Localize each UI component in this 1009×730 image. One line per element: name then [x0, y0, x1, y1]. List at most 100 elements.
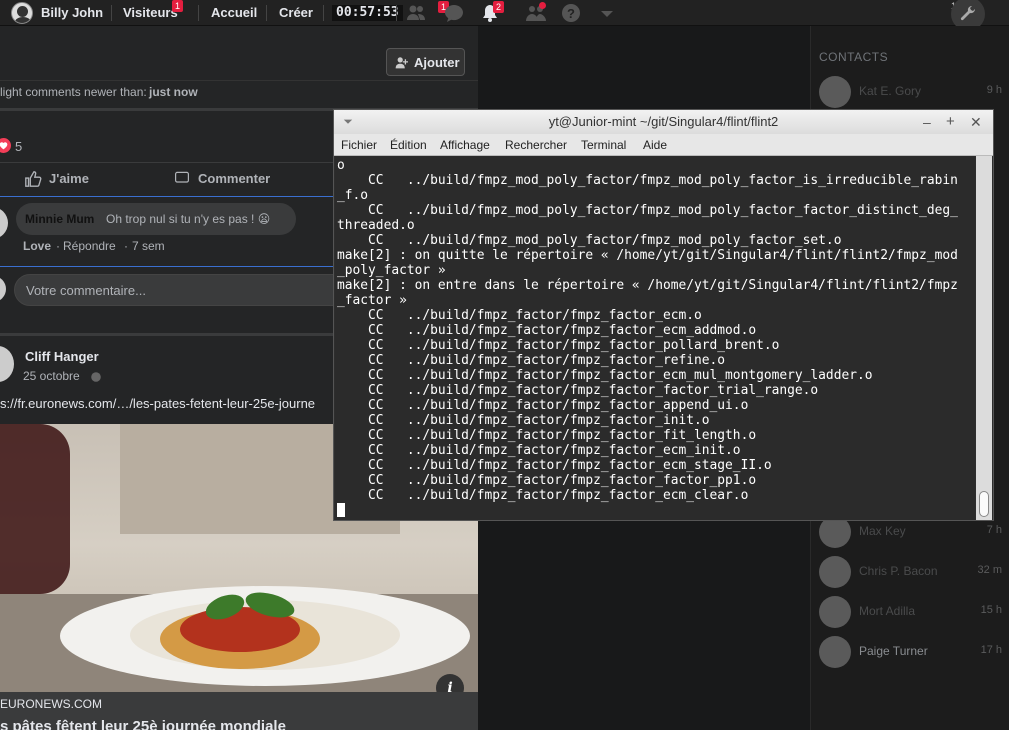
- contact-item[interactable]: Mort Adilla 15 h: [811, 594, 1009, 630]
- minimize-icon[interactable]: –: [923, 110, 931, 134]
- add-button[interactable]: Ajouter: [386, 48, 465, 76]
- terminal-line: make[2] : on entre dans le répertoire « …: [337, 278, 958, 293]
- avatar: [819, 76, 851, 108]
- terminal-line: CC ../build/fmpz_factor/fmpz_factor_ecm_…: [368, 368, 873, 383]
- like-label: J'aime: [49, 171, 89, 186]
- visiteurs-link[interactable]: Visiteurs: [123, 0, 178, 26]
- scrollbar-thumb[interactable]: [979, 491, 989, 517]
- terminal-menu-bar: Fichier Édition Affichage Rechercher Ter…: [334, 134, 993, 156]
- menu-terminal[interactable]: Terminal: [581, 138, 626, 152]
- terminal-line: CC ../build/fmpz_factor/fmpz_factor_fit_…: [368, 428, 757, 443]
- link-preview-footer[interactable]: EURONEWS.COM s pâtes fêtent leur 25è jou…: [0, 692, 478, 730]
- maximize-icon[interactable]: +: [946, 110, 955, 134]
- visiteurs-badge: 1: [172, 0, 183, 12]
- terminal-line: CC ../build/fmpz_factor/fmpz_factor_ecm_…: [368, 458, 772, 473]
- menu-rechercher[interactable]: Rechercher: [505, 138, 567, 152]
- close-icon[interactable]: ✕: [970, 110, 982, 134]
- avatar: [0, 276, 6, 302]
- divider: [198, 5, 199, 21]
- menu-edition[interactable]: Édition: [390, 138, 427, 152]
- help-icon[interactable]: ?: [561, 3, 581, 23]
- terminal-line: CC ../build/fmpz_factor/fmpz_factor_ecm.…: [368, 308, 702, 323]
- add-user-icon: [395, 57, 408, 69]
- profile-name[interactable]: Billy John: [41, 0, 103, 26]
- avatar: [819, 636, 851, 668]
- terminal-line: CC ../build/fmpz_mod_poly_factor/fmpz_mo…: [368, 203, 958, 218]
- comment-dot: ·: [56, 239, 60, 253]
- post-author[interactable]: Cliff Hanger: [25, 349, 99, 364]
- menu-aide[interactable]: Aide: [643, 138, 667, 152]
- contact-item[interactable]: Kat E. Gory 9 h: [811, 74, 1009, 110]
- divider: [266, 5, 267, 21]
- love-reaction-icon: [0, 138, 11, 153]
- comment-reaction-link[interactable]: Love: [23, 239, 51, 253]
- chevron-down-icon[interactable]: [597, 3, 617, 23]
- comment-label: Commenter: [198, 171, 271, 186]
- avatar[interactable]: [0, 207, 8, 239]
- contact-name: Chris P. Bacon: [859, 564, 938, 578]
- terminal-line: _poly_factor »: [337, 263, 446, 278]
- reactions-count[interactable]: 5: [15, 139, 22, 154]
- terminal-cursor: [337, 503, 345, 517]
- menu-affichage[interactable]: Affichage: [440, 138, 490, 152]
- contact-name: Kat E. Gory: [859, 84, 922, 98]
- globe-icon: [91, 372, 101, 382]
- contact-item[interactable]: Chris P. Bacon 32 m: [811, 554, 1009, 590]
- contact-name: Mort Adilla: [859, 604, 916, 618]
- divider: [396, 5, 397, 21]
- post-date[interactable]: 25 octobre: [23, 369, 80, 383]
- comment-author[interactable]: Minnie Mum: [25, 212, 94, 226]
- terminal-scrollbar[interactable]: [976, 156, 992, 520]
- terminal-text: o CC ../build/fmpz_mod_poly_factor/fmpz_…: [337, 158, 975, 519]
- terminal-window[interactable]: yt@Junior-mint ~/git/Singular4/flint/fli…: [333, 109, 994, 521]
- create-link[interactable]: Créer: [279, 0, 313, 26]
- link-headline: s pâtes fêtent leur 25è journée mondiale: [0, 718, 286, 730]
- comment-icon: [175, 171, 189, 183]
- divider: [111, 5, 112, 21]
- terminal-line: CC ../build/fmpz_mod_poly_factor/fmpz_mo…: [368, 173, 958, 188]
- clock-display: 00:57:53: [332, 5, 403, 21]
- terminal-line: CC ../build/fmpz_mod_poly_factor/fmpz_mo…: [368, 233, 842, 248]
- notifications-badge: 2: [493, 1, 504, 13]
- terminal-line: CC ../build/fmpz_factor/fmpz_factor_ecm_…: [368, 488, 749, 503]
- terminal-line: CC ../build/fmpz_factor/fmpz_factor_fact…: [368, 473, 757, 488]
- contact-time: 15 h: [980, 604, 1002, 616]
- comment-bubble: Minnie Mum Oh trop nul si tu n'y es pas …: [16, 203, 296, 235]
- terminal-line: make[2] : on quitte le répertoire « /hom…: [337, 248, 958, 263]
- terminal-line: CC ../build/fmpz_factor/fmpz_factor_init…: [368, 413, 710, 428]
- comment-dot: ·: [124, 239, 128, 253]
- post-link[interactable]: s://fr.euronews.com/…/les-pates-fetent-l…: [0, 396, 315, 411]
- contacts-header: CONTACTS: [819, 50, 889, 64]
- terminal-title: yt@Junior-mint ~/git/Singular4/flint/fli…: [548, 114, 779, 129]
- menu-fichier[interactable]: Fichier: [341, 138, 377, 152]
- terminal-output[interactable]: o CC ../build/fmpz_mod_poly_factor/fmpz_…: [335, 156, 975, 520]
- highlight-comments-bar: light comments newer than: just now: [0, 82, 478, 104]
- comment-input-placeholder: Votre commentaire...: [26, 283, 146, 298]
- contact-time: 32 m: [977, 564, 1002, 576]
- profile-avatar[interactable]: [11, 2, 33, 24]
- contact-time: 9 h: [986, 84, 1002, 96]
- add-button-label: Ajouter: [414, 55, 460, 70]
- window-menu-icon[interactable]: [342, 116, 354, 128]
- terminal-line: CC ../build/fmpz_factor/fmpz_factor_poll…: [368, 338, 780, 353]
- contact-item[interactable]: Paige Turner 17 h: [811, 634, 1009, 670]
- friends-icon[interactable]: [406, 3, 426, 23]
- like-button[interactable]: J'aime: [22, 166, 152, 192]
- group-requests-dot: [539, 2, 546, 9]
- comment-button[interactable]: Commenter: [173, 166, 303, 192]
- avatar: [819, 596, 851, 628]
- divider: [323, 5, 324, 21]
- thumbs-up-icon: [25, 171, 42, 187]
- home-link[interactable]: Accueil: [211, 0, 257, 26]
- messages-icon[interactable]: [444, 3, 464, 23]
- reply-link[interactable]: Répondre: [63, 239, 116, 253]
- avatar[interactable]: [0, 346, 14, 382]
- comment-age: 7 sem: [132, 239, 165, 253]
- terminal-title-bar[interactable]: yt@Junior-mint ~/git/Singular4/flint/fli…: [334, 110, 993, 134]
- link-source: EURONEWS.COM: [0, 697, 102, 711]
- top-navigation-bar: Billy John Visiteurs 1 Accueil Créer 00:…: [0, 0, 1009, 31]
- contact-time: 7 h: [986, 524, 1002, 536]
- avatar: [819, 556, 851, 588]
- highlight-value[interactable]: just now: [149, 85, 198, 99]
- terminal-line: o: [337, 158, 345, 173]
